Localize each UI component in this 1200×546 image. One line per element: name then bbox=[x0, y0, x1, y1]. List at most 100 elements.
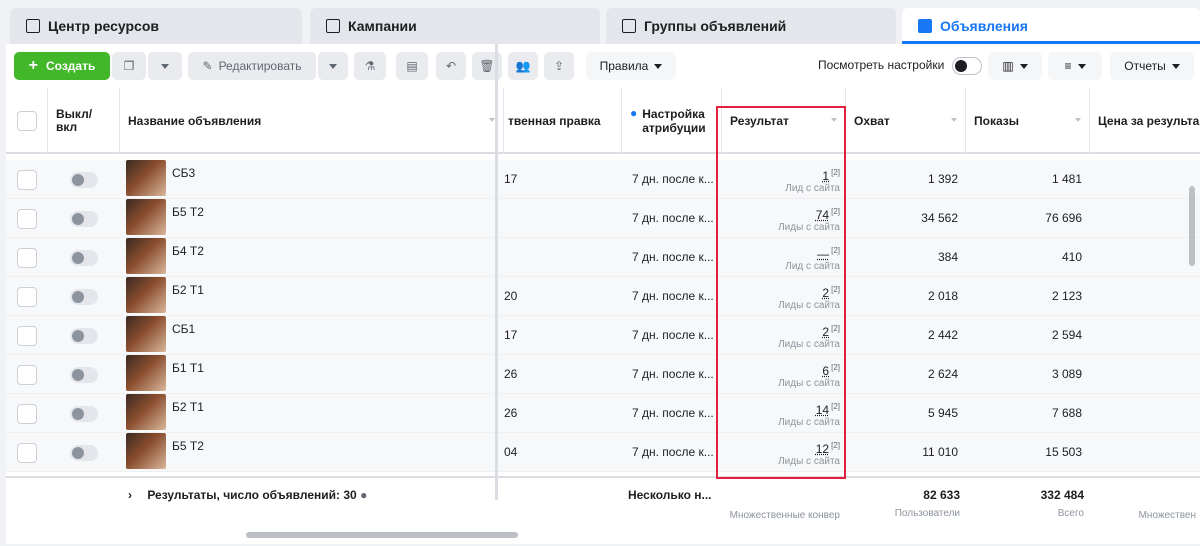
row-name-cell[interactable]: Б5 Т2 bbox=[126, 433, 502, 472]
ad-name[interactable]: СБ1 bbox=[172, 322, 195, 336]
ad-name[interactable]: Б4 Т2 bbox=[172, 244, 204, 258]
horizontal-scrollbar[interactable] bbox=[246, 532, 518, 538]
row-manual-cell: 26 bbox=[504, 355, 622, 394]
select-all-checkbox[interactable] bbox=[16, 111, 37, 131]
result-value[interactable]: 1 bbox=[822, 169, 829, 183]
ad-name[interactable]: Б1 Т1 bbox=[172, 361, 204, 375]
ad-toggle-switch[interactable] bbox=[70, 172, 98, 188]
col-impressions[interactable]: Показы bbox=[966, 88, 1090, 154]
row-impressions-cell: 410 bbox=[966, 238, 1090, 277]
row-name-cell[interactable]: Б2 Т1 bbox=[126, 277, 502, 316]
table-footer: › Результаты, число объявлений: 30 ● Нес… bbox=[6, 476, 1200, 544]
manual-value: 04 bbox=[504, 445, 518, 459]
breakdown-button[interactable]: ≡ bbox=[1048, 52, 1102, 80]
export-button[interactable]: ⇪ bbox=[544, 52, 574, 80]
row-checkbox[interactable] bbox=[17, 170, 37, 190]
reports-button[interactable]: Отчеты bbox=[1110, 52, 1194, 80]
row-checkbox[interactable] bbox=[17, 248, 37, 268]
preview-button[interactable]: ▤ bbox=[396, 52, 428, 80]
ad-name[interactable]: Б2 Т1 bbox=[172, 400, 204, 414]
ad-toggle-switch[interactable] bbox=[70, 445, 98, 461]
table-row[interactable]: СБ3 17 7 дн. после к... 1 [2] Лид с сайта 1 39… bbox=[6, 160, 1200, 199]
duplicate-button[interactable]: ❐ bbox=[112, 52, 146, 80]
rules-button[interactable]: Правила bbox=[586, 52, 676, 80]
ad-toggle-switch[interactable] bbox=[70, 406, 98, 422]
edit-dropdown-button[interactable] bbox=[318, 52, 348, 80]
chevron-down-icon bbox=[1019, 63, 1028, 69]
row-checkbox[interactable] bbox=[17, 365, 37, 385]
table-row[interactable]: Б5 Т2 04 7 дн. после к... 12 [2] Лиды с сайта… bbox=[6, 433, 1200, 472]
col-attribution[interactable]: ● Настройка атрибуции bbox=[622, 88, 722, 154]
row-cost-cell bbox=[1090, 355, 1200, 394]
table-row[interactable]: Б4 Т2 7 дн. после к... — [2] Лид с сайта 384 4… bbox=[6, 238, 1200, 277]
result-note: Лид с сайта bbox=[785, 261, 840, 272]
table-row[interactable]: Б5 Т2 7 дн. после к... 74 [2] Лиды с сайта 34… bbox=[6, 199, 1200, 238]
duplicate-dropdown-button[interactable] bbox=[148, 52, 182, 80]
tab-ads[interactable]: Объявления bbox=[902, 8, 1200, 44]
table-row[interactable]: Б1 Т1 26 7 дн. после к... 6 [2] Лиды с сайта 2… bbox=[6, 355, 1200, 394]
ad-toggle-switch[interactable] bbox=[70, 367, 98, 383]
row-reach-cell: 2 442 bbox=[846, 316, 966, 355]
result-value[interactable]: — bbox=[817, 247, 829, 261]
tab-bar: Центр ресурсов Кампании Группы объявлени… bbox=[0, 0, 1200, 44]
edit-button[interactable]: ✎ Редактировать bbox=[188, 52, 316, 80]
ad-toggle-switch[interactable] bbox=[70, 328, 98, 344]
row-result-cell: 2 [2] Лиды с сайта bbox=[722, 277, 846, 316]
col-reach[interactable]: Охват bbox=[846, 88, 966, 154]
row-checkbox[interactable] bbox=[17, 287, 37, 307]
ad-toggle-switch[interactable] bbox=[70, 250, 98, 266]
col-result[interactable]: Результат bbox=[722, 88, 846, 154]
tab-resource-center[interactable]: Центр ресурсов bbox=[10, 8, 302, 44]
ab-test-button[interactable]: ⚗ bbox=[354, 52, 386, 80]
columns-button[interactable]: ▥ bbox=[988, 52, 1042, 80]
tab-ad-sets[interactable]: Группы объявлений bbox=[606, 8, 896, 44]
manual-value: 26 bbox=[504, 367, 518, 381]
audience-button[interactable]: 👥 bbox=[508, 52, 538, 80]
create-button[interactable]: + Создать bbox=[14, 52, 110, 80]
result-value[interactable]: 12 bbox=[816, 442, 829, 456]
table-row[interactable]: Б2 Т1 20 7 дн. после к... 2 [2] Лиды с сайта 2… bbox=[6, 277, 1200, 316]
row-name-cell[interactable]: Б5 Т2 bbox=[126, 199, 502, 238]
ad-toggle-switch[interactable] bbox=[70, 211, 98, 227]
row-result-cell: — [2] Лид с сайта bbox=[722, 238, 846, 277]
tab-label: Кампании bbox=[348, 18, 417, 34]
chevron-right-icon: › bbox=[128, 488, 132, 502]
result-footnote: [2] bbox=[831, 207, 840, 216]
row-name-cell[interactable]: Б4 Т2 bbox=[126, 238, 502, 277]
result-footnote: [2] bbox=[831, 363, 840, 372]
row-name-cell[interactable]: СБ3 bbox=[126, 160, 502, 199]
col-name[interactable]: Название объявления bbox=[120, 88, 504, 154]
ad-name[interactable]: СБ3 bbox=[172, 166, 195, 180]
undo-button[interactable]: ↶ bbox=[436, 52, 466, 80]
row-name-cell[interactable]: СБ1 bbox=[126, 316, 502, 355]
result-value[interactable]: 2 bbox=[822, 325, 829, 339]
result-value[interactable]: 6 bbox=[822, 364, 829, 378]
result-value[interactable]: 2 bbox=[822, 286, 829, 300]
row-name-cell[interactable]: Б2 Т1 bbox=[126, 394, 502, 433]
row-name-cell[interactable]: Б1 Т1 bbox=[126, 355, 502, 394]
table-row[interactable]: Б2 Т1 26 7 дн. после к... 14 [2] Лиды с сайта… bbox=[6, 394, 1200, 433]
ad-toggle-switch[interactable] bbox=[70, 289, 98, 305]
row-checkbox[interactable] bbox=[17, 326, 37, 346]
col-cost[interactable]: Цена за результа bbox=[1090, 88, 1200, 154]
row-impressions-cell: 3 089 bbox=[966, 355, 1090, 394]
result-value[interactable]: 74 bbox=[816, 208, 829, 222]
ad-name[interactable]: Б5 Т2 bbox=[172, 205, 204, 219]
ad-name[interactable]: Б5 Т2 bbox=[172, 439, 204, 453]
col-toggle[interactable]: Выкл/ вкл bbox=[48, 88, 120, 154]
ad-name[interactable]: Б2 Т1 bbox=[172, 283, 204, 297]
result-value[interactable]: 14 bbox=[816, 403, 829, 417]
vertical-scrollbar[interactable] bbox=[1189, 186, 1195, 266]
col-manual[interactable]: твенная правка bbox=[504, 88, 622, 154]
table-row[interactable]: СБ1 17 7 дн. после к... 2 [2] Лиды с сайта 2 4… bbox=[6, 316, 1200, 355]
row-checkbox[interactable] bbox=[17, 404, 37, 424]
view-settings-toggle[interactable] bbox=[952, 57, 982, 75]
reach-value: 34 562 bbox=[921, 211, 958, 225]
tab-campaigns[interactable]: Кампании bbox=[310, 8, 600, 44]
row-checkbox[interactable] bbox=[17, 443, 37, 463]
chevron-down-icon bbox=[161, 63, 169, 69]
result-note: Лиды с сайта bbox=[778, 417, 840, 428]
row-select-cell bbox=[6, 394, 48, 433]
row-checkbox[interactable] bbox=[17, 209, 37, 229]
clipboard-icon bbox=[26, 19, 40, 33]
